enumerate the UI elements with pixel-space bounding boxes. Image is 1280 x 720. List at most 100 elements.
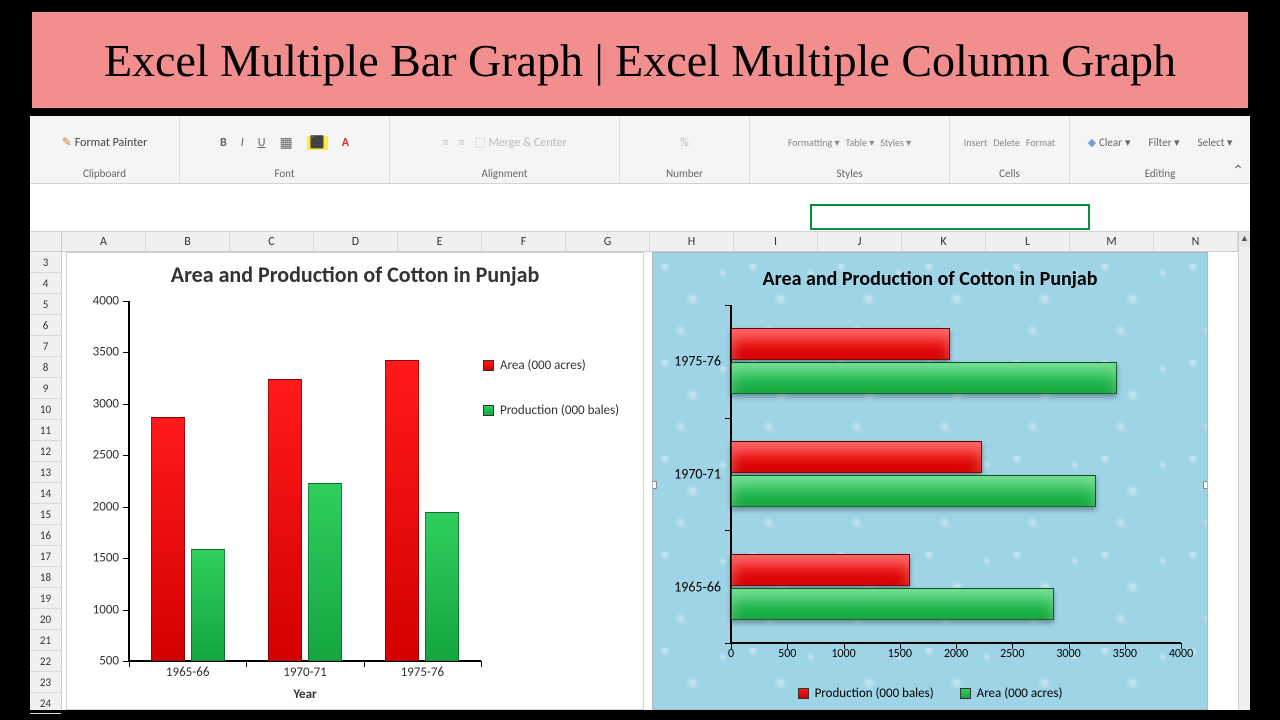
axis-tick-label: 4000 [93, 294, 119, 309]
row-header[interactable]: 17 [30, 546, 61, 567]
clear-button[interactable]: ◆ Clear ▾ [1088, 136, 1131, 149]
vertical-scrollbar[interactable]: ▲ [1238, 232, 1250, 710]
chart-bar [731, 554, 910, 586]
column-header[interactable]: B [146, 232, 230, 251]
delete-button[interactable]: Delete [993, 136, 1020, 149]
axis-tick-label: 3500 [1113, 647, 1137, 661]
ribbon-group-clipboard: ✎ Format Painter Clipboard [30, 116, 180, 183]
align-icon[interactable]: ≡ [458, 136, 464, 150]
chart2-plot-area [731, 305, 1181, 643]
ribbon-group-cells: Insert Delete Format Cells [950, 116, 1070, 183]
row-header[interactable]: 16 [30, 525, 61, 546]
row-header[interactable]: 7 [30, 336, 61, 357]
row-header[interactable]: 6 [30, 315, 61, 336]
column-header[interactable]: G [566, 232, 650, 251]
row-header[interactable]: 11 [30, 420, 61, 441]
chart1-x-label: Year [129, 687, 481, 702]
banner-title: Excel Multiple Bar Graph | Excel Multipl… [104, 34, 1176, 87]
axis-tick-label: 4000 [1169, 647, 1193, 661]
row-header[interactable]: 12 [30, 441, 61, 462]
axis-tick-label: 1000 [93, 602, 119, 617]
row-header[interactable]: 10 [30, 399, 61, 420]
borders-button[interactable]: ▦ [280, 134, 293, 151]
ribbon-group-editing: ◆ Clear ▾ Filter ▾ Select ▾ Editing [1070, 116, 1250, 183]
row-header[interactable]: 15 [30, 504, 61, 525]
row-header[interactable]: 9 [30, 378, 61, 399]
chart-bar [731, 475, 1096, 507]
column-header[interactable]: H [650, 232, 734, 251]
column-header[interactable]: D [314, 232, 398, 251]
find-select-button[interactable]: Select ▾ [1198, 136, 1233, 149]
fill-color-button[interactable]: ⬛ [307, 135, 328, 150]
collapse-ribbon-button[interactable]: ⌃ [1232, 162, 1244, 179]
row-header[interactable]: 18 [30, 567, 61, 588]
column-header[interactable]: C [230, 232, 314, 251]
legend-swatch-icon [483, 360, 494, 371]
row-header[interactable]: 20 [30, 609, 61, 630]
ribbon-group-number: % Number [620, 116, 750, 183]
row-headers[interactable]: 3456789101112131415161718192021222324 [30, 252, 62, 710]
chart-column[interactable]: Area and Production of Cotton in Punjab … [66, 252, 644, 710]
column-header[interactable]: F [482, 232, 566, 251]
column-header[interactable]: J [818, 232, 902, 251]
format-painter-button[interactable]: ✎ Format Painter [62, 135, 148, 150]
ribbon-group-font: B I U ▦ ⬛ A Font [180, 116, 390, 183]
chart-bar [731, 441, 982, 473]
ribbon-group-label: Clipboard [42, 165, 167, 183]
axis-tick-label: 1975-76 [674, 353, 721, 370]
chart-bar [151, 417, 185, 661]
sheet-canvas[interactable]: Area and Production of Cotton in Punjab … [62, 252, 1238, 710]
chart1-plot-area [129, 301, 481, 661]
title-banner: Excel Multiple Bar Graph | Excel Multipl… [30, 10, 1250, 110]
bold-button[interactable]: B [220, 136, 227, 150]
row-header[interactable]: 24 [30, 693, 61, 714]
legend-swatch-icon [960, 688, 971, 699]
sort-filter-button[interactable]: Filter ▾ [1149, 136, 1180, 149]
underline-button[interactable]: U [258, 136, 266, 150]
row-header[interactable]: 23 [30, 672, 61, 693]
row-header[interactable]: 4 [30, 273, 61, 294]
chart-title: Area and Production of Cotton in Punjab [67, 253, 643, 292]
row-header[interactable]: 5 [30, 294, 61, 315]
chart-bar [308, 483, 342, 661]
row-header[interactable]: 3 [30, 252, 61, 273]
merge-label: Merge & Center [489, 136, 567, 150]
column-header[interactable]: L [986, 232, 1070, 251]
chart-selection-box[interactable] [810, 204, 1090, 230]
format-as-table-button[interactable]: Table ▾ [846, 136, 875, 149]
worksheet-grid: ABCDEFGHIJKLMN 3456789101112131415161718… [30, 232, 1250, 710]
row-header[interactable]: 21 [30, 630, 61, 651]
column-header[interactable]: A [62, 232, 146, 251]
axis-tick-label: 3000 [1056, 647, 1080, 661]
column-header[interactable]: I [734, 232, 818, 251]
format-button[interactable]: Format [1026, 136, 1055, 149]
number-format-icon[interactable]: % [680, 136, 689, 150]
chart-bar[interactable]: Area and Production of Cotton in Punjab … [652, 252, 1208, 710]
select-all-button[interactable] [30, 232, 62, 252]
conditional-formatting-button[interactable]: Formatting ▾ [788, 136, 840, 149]
insert-button[interactable]: Insert [964, 136, 988, 149]
column-header[interactable]: K [902, 232, 986, 251]
row-header[interactable]: 14 [30, 483, 61, 504]
chart-resize-handle[interactable] [1203, 481, 1208, 489]
italic-button[interactable]: I [241, 136, 244, 150]
align-icon[interactable]: ≡ [442, 136, 448, 150]
merge-center-button[interactable]: ⬚ Merge & Center [474, 135, 566, 150]
chart-bar [731, 588, 1054, 620]
cell-styles-button[interactable]: Styles ▾ [880, 136, 911, 149]
axis-tick-label: 1000 [831, 647, 855, 661]
row-header[interactable]: 22 [30, 651, 61, 672]
scroll-up-button[interactable]: ▲ [1239, 232, 1250, 246]
column-headers[interactable]: ABCDEFGHIJKLMN [62, 232, 1238, 252]
font-color-button[interactable]: A [342, 136, 349, 150]
ribbon-group-label: Editing [1082, 165, 1238, 183]
column-header[interactable]: E [398, 232, 482, 251]
axis-tick-label: 2000 [944, 647, 968, 661]
row-header[interactable]: 8 [30, 357, 61, 378]
chart1-legend: Area (000 acres) Production (000 bales) [483, 358, 631, 448]
row-header[interactable]: 13 [30, 462, 61, 483]
row-header[interactable]: 19 [30, 588, 61, 609]
column-header[interactable]: N [1154, 232, 1238, 251]
column-header[interactable]: M [1070, 232, 1154, 251]
axis-tick-label: 3500 [93, 345, 119, 360]
